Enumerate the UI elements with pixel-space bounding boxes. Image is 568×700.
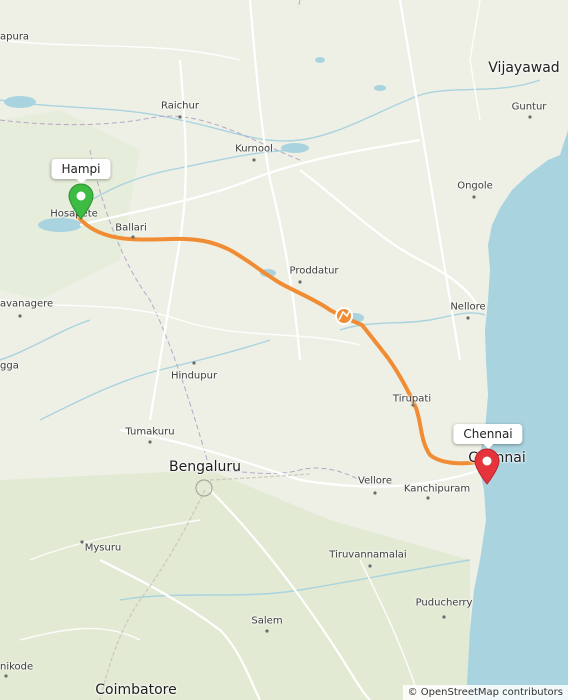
map-view[interactable]: Vijayawad Guntur Raichur Kurnool Ongole …: [0, 0, 568, 700]
start-marker-label: Hampi: [51, 159, 111, 184]
start-marker-pin-icon[interactable]: [67, 182, 95, 220]
end-marker-pin-icon[interactable]: [473, 447, 501, 485]
map-attribution[interactable]: © OpenStreetMap contributors: [402, 685, 568, 700]
route-waypoint-icon[interactable]: [335, 307, 353, 325]
end-marker-label: Chennai: [453, 424, 523, 449]
map-canvas: [0, 0, 568, 700]
